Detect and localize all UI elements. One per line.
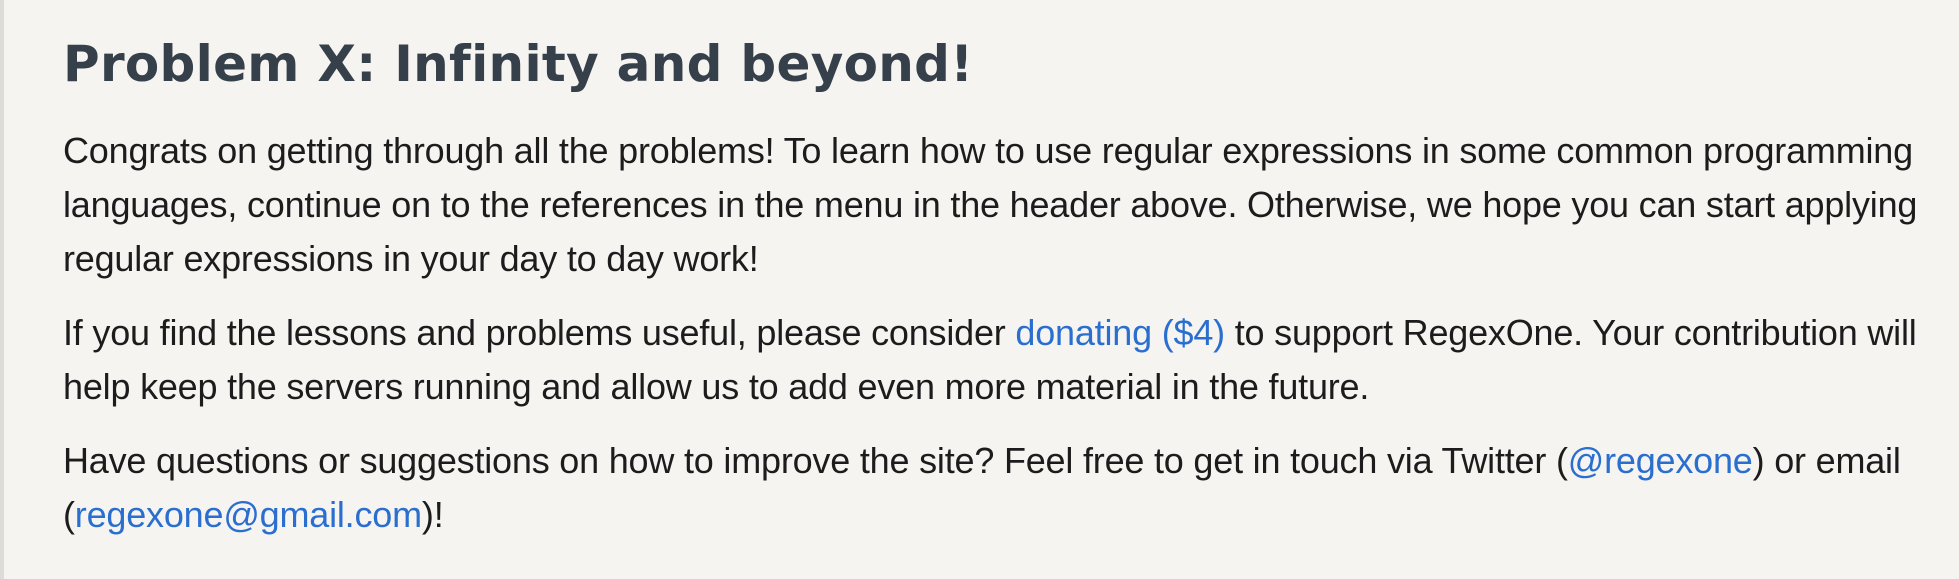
donate-text-before: If you find the lessons and problems use… xyxy=(63,312,1016,353)
contact-text-before: Have questions or suggestions on how to … xyxy=(63,440,1568,481)
twitter-link[interactable]: @regexone xyxy=(1568,440,1753,481)
page-title: Problem X: Infinity and beyond! xyxy=(63,35,974,93)
contact-text-after: )! xyxy=(421,494,444,535)
email-link[interactable]: regexone@gmail.com xyxy=(75,494,422,535)
congrats-paragraph: Congrats on getting through all the prob… xyxy=(63,130,1918,279)
contact-paragraph: Have questions or suggestions on how to … xyxy=(63,434,1933,542)
donate-paragraph: If you find the lessons and problems use… xyxy=(63,306,1933,414)
page: Problem X: Infinity and beyond! Congrats… xyxy=(0,0,1959,579)
donate-link[interactable]: donating ($4) xyxy=(1015,312,1225,353)
problem-section: Problem X: Infinity and beyond! Congrats… xyxy=(63,18,1933,562)
